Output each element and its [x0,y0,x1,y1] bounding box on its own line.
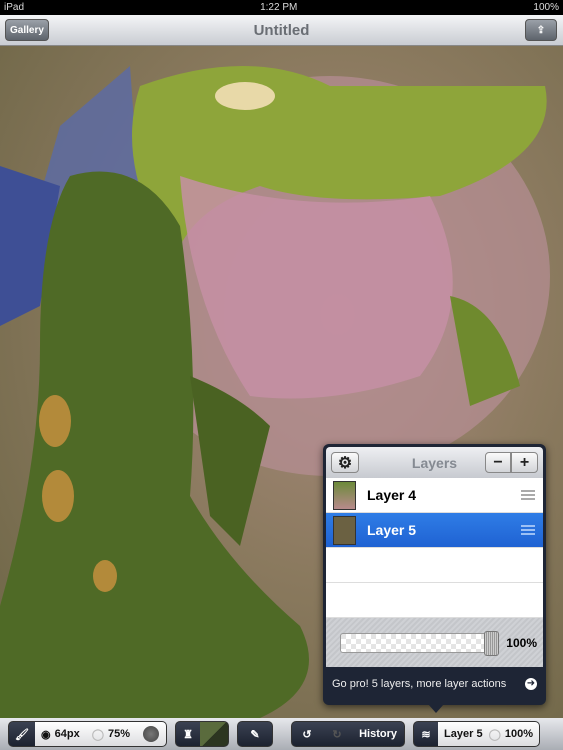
nav-bar: Gallery Untitled ⇪ [0,15,563,46]
opacity-icon: ◯ [91,728,104,741]
gallery-button[interactable]: Gallery [5,19,49,41]
brush-texture-button[interactable] [136,722,167,746]
layer-label: Layer 4 [367,487,417,503]
layers-panel: ⚙ Layers − + Layer 4 Layer 5 100% Go pro… [323,444,546,705]
drag-handle-icon[interactable] [521,490,535,500]
brush-size-button[interactable]: ◉ 64px [35,722,86,746]
device-label: iPad [4,2,25,13]
arrow-right-icon: ➜ [525,677,537,690]
history-group: ↺ ↻ History [291,721,406,747]
battery: 100% [533,2,559,13]
share-button[interactable]: ⇪ [525,19,557,41]
undo-button[interactable]: ↺ [292,722,322,746]
page-title: Untitled [253,21,310,39]
color-group: ♜ [175,721,230,747]
layers-header: ⚙ Layers − + [326,447,543,478]
layer-opacity-button[interactable]: ◯ 100% [488,722,540,746]
texture-icon [143,726,160,742]
size-dot-icon: ◉ [41,728,51,741]
opacity-slider-area: 100% [326,618,543,667]
brush-opacity-button[interactable]: ◯ 75% [85,722,137,746]
add-layer-button[interactable]: + [511,452,538,473]
empty-layer-slot [326,583,543,618]
eyedropper-icon: ✎ [250,728,260,741]
layer-group: ≋ Layer 5 ◯ 100% [413,721,541,747]
layer-opacity-value: 100% [506,635,537,650]
minus-icon: − [493,453,503,471]
brush-group: 🖌 ◉ 64px ◯ 75% [8,721,168,747]
drag-handle-icon[interactable] [521,525,535,535]
slider-knob[interactable] [484,630,500,656]
redo-button[interactable]: ↻ [322,722,352,746]
layer-settings-button[interactable]: ⚙ [331,452,359,473]
eyedropper-button[interactable]: ✎ [237,721,274,747]
paint-bucket-button[interactable]: ♜ [176,722,200,746]
history-button[interactable]: History [352,722,404,746]
brush-opacity-value: 75% [108,728,131,740]
status-bar: iPad 1:22 PM 100% [0,0,563,15]
clock: 1:22 PM [260,2,298,13]
undo-icon: ↺ [302,728,312,741]
layer-row[interactable]: Layer 4 [326,478,543,513]
layer-opacity-toolbar-value: 100% [504,728,534,740]
layer-thumbnail [333,480,356,510]
layers-title: Layers [411,454,458,471]
brush-button[interactable]: 🖌 [9,722,35,746]
remove-layer-button[interactable]: − [485,452,511,473]
bottom-toolbar: 🖌 ◉ 64px ◯ 75% ♜ ✎ ↺ ↻ History ≋ Layer 5 ◯… [0,718,563,750]
layer-opacity-slider[interactable] [340,630,500,656]
popover-arrow [428,704,444,713]
plus-icon: + [519,453,530,471]
promo-text: Go pro! 5 layers, more layer actions [332,677,507,690]
layer-row-selected[interactable]: Layer 5 [326,513,543,548]
empty-layer-slot [326,548,543,583]
current-layer-button[interactable]: Layer 5 [438,722,489,746]
layers-icon: ≋ [421,728,431,741]
gear-icon: ⚙ [337,454,353,472]
go-pro-banner[interactable]: Go pro! 5 layers, more layer actions ➜ [326,667,543,700]
paint-bucket-icon: ♜ [183,728,193,741]
layer-label: Layer 5 [367,522,417,538]
brush-size-value: 64px [54,728,80,740]
opacity-icon: ◯ [488,728,501,741]
redo-icon: ↻ [332,728,342,741]
layers-button[interactable]: ≋ [414,722,438,746]
brush-icon: 🖌 [15,728,29,741]
color-swatch[interactable] [200,722,229,746]
share-icon: ⇪ [536,24,546,36]
layer-thumbnail [333,515,356,545]
